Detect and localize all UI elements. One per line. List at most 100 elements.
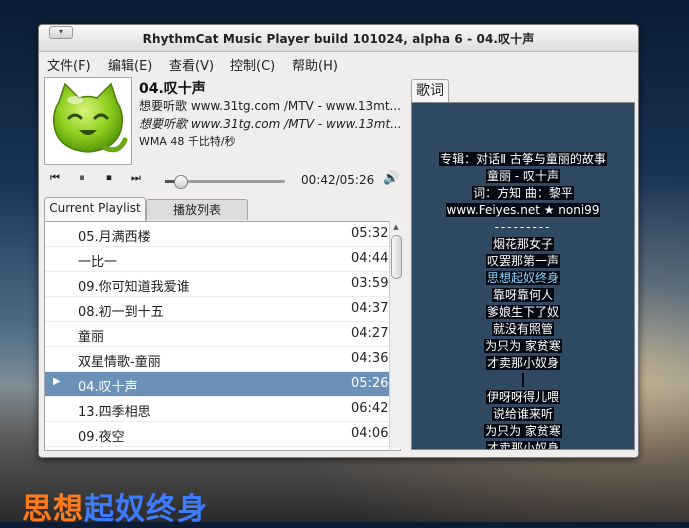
lyric-line: 爹娘生下了奴 — [412, 304, 634, 320]
playlist-row[interactable]: 一比一 04:44 — [45, 247, 400, 272]
lyric-text: 靠呀靠何人 — [491, 288, 554, 302]
lyric-line: 专辑：对话Ⅱ 古筝与童丽的故事 — [412, 151, 634, 167]
track-name: 08.初一到十五 — [78, 305, 164, 320]
menu-view[interactable]: 查看(V) — [169, 55, 214, 74]
lyric-line: 烟花那女子 — [412, 236, 634, 252]
lyric-text: 烟花那女子 — [491, 237, 554, 251]
track-duration: 06:42 — [351, 401, 389, 416]
lyric-text: 爹娘生下了奴 — [485, 305, 560, 319]
lyric-text: 才卖那小奴身 — [485, 441, 560, 449]
track-duration: 05:32 — [351, 226, 389, 241]
track-format: WMA 48 千比特/秒 — [139, 135, 236, 148]
tab-current-playlist[interactable]: Current Playlist — [44, 197, 146, 221]
menu-bar: 文件(F) 编辑(E) 查看(V) 控制(C) 帮助(H) — [39, 52, 638, 74]
lyric-text: --------- — [494, 220, 552, 234]
track-name: 13.四季相思 — [78, 405, 151, 420]
track-duration: 05:26 — [351, 376, 389, 391]
lyric-text: 就没有照管 — [491, 322, 554, 336]
lyric-line: 才卖那小奴身 — [412, 355, 634, 371]
track-name: 09.夜空 — [78, 430, 125, 445]
cat-logo-icon — [52, 82, 128, 153]
track-duration: 04:27 — [351, 326, 389, 341]
lyric-text: 伊呀呀得儿喂 — [485, 390, 560, 404]
now-playing-info: 04.叹十声 想要听歌 www.31tg.com /MTV - www.13mt… — [39, 75, 409, 215]
lyric-text: 思想起奴终身 — [485, 271, 560, 285]
lyric-line: 说给谁来听 — [412, 406, 634, 422]
stop-icon[interactable]: ⏹ — [101, 171, 117, 185]
lyric-line: 叹罢那第一声 — [412, 253, 634, 269]
track-album: 想要听歌 www.31tg.com /MTV - www.13mt... — [139, 117, 401, 131]
playlist-row[interactable]: 09.夜空 04:06 — [45, 422, 400, 447]
lyric-text: 为只为 家贫寒 — [484, 424, 562, 438]
tab-lyrics[interactable]: 歌词 — [411, 79, 449, 102]
next-icon[interactable]: ⏭ — [128, 171, 144, 185]
lyric-line: 词：方知 曲：黎平 — [412, 185, 634, 201]
window-title: RhythmCat Music Player build 101024, alp… — [142, 32, 535, 46]
track-duration: 04:44 — [351, 251, 389, 266]
lyric-text: www.Feiyes.net ★ noni99 — [445, 203, 601, 217]
track-name: 05.月满西楼 — [78, 230, 151, 245]
track-name: 04.叹十声 — [78, 380, 138, 395]
seek-handle[interactable] — [174, 175, 189, 189]
lyrics-panel: 专辑：对话Ⅱ 古筝与童丽的故事 童丽 - 叹十声 词：方知 曲：黎平 www.Feiy… — [411, 102, 635, 450]
playback-controls: ⏮ ⏸ ⏹ ⏭ 00:42/05:26 🔊 — [39, 169, 409, 193]
lyric-line: 伊呀呀得儿喂 — [412, 389, 634, 405]
playlist-row[interactable]: 04.天女散花05:54 — [45, 447, 400, 450]
lyric-text: 为只为 家贫寒 — [484, 339, 562, 353]
scroll-thumb[interactable] — [391, 235, 402, 279]
playlist-tabs: Current Playlist 播放列表 — [44, 197, 409, 221]
lyric-text: 童丽 - 叹十声 — [486, 169, 560, 183]
lyric-line: 才卖那小奴身 — [412, 440, 634, 449]
play-indicator-icon: ▶ — [53, 376, 61, 387]
scroll-up-arrow-icon[interactable]: ▲ — [390, 221, 402, 233]
lyric-line: 靠呀靠何人 — [412, 287, 634, 303]
lyric-text: 专辑：对话Ⅱ 古筝与童丽的故事 — [439, 152, 607, 166]
track-name: 双星情歌-童丽 — [78, 355, 161, 370]
album-cover — [44, 77, 132, 165]
lyric-line: 思想起奴终身 — [412, 270, 634, 286]
playlist-row[interactable]: 05.月满西楼 05:32 — [45, 222, 400, 247]
playlist-table: 05.月满西楼 05:32 一比一 04:44 09.你可知道我爱谁 03:59 08.初一… — [44, 221, 401, 451]
desktop-lyric: 思想起奴终身 — [22, 484, 208, 528]
lyric-line: 为只为 家贫寒 — [412, 338, 634, 354]
track-name: 一比一 — [78, 255, 118, 270]
previous-icon[interactable]: ⏮ — [47, 171, 63, 185]
playlist-row[interactable]: 双星情歌-童丽 04:36 — [45, 347, 400, 372]
playlist-row[interactable]: 08.初一到十五 04:37 — [45, 297, 400, 322]
tab-playlist-list[interactable]: 播放列表 — [146, 199, 248, 220]
playlist-row[interactable]: ▶ 04.叹十声 05:26 — [45, 372, 400, 397]
playlist-row[interactable]: 09.你可知道我爱谁 03:59 — [45, 272, 400, 297]
volume-icon[interactable]: 🔊 — [383, 171, 399, 186]
pause-icon[interactable]: ⏸ — [74, 171, 90, 185]
track-duration: 03:59 — [351, 276, 389, 291]
menu-edit[interactable]: 编辑(E) — [108, 55, 152, 74]
menu-control[interactable]: 控制(C) — [230, 55, 275, 74]
lyric-line: www.Feiyes.net ★ noni99 — [412, 202, 634, 218]
lyric-line: 为只为 家贫寒 — [412, 423, 634, 439]
lyric-line: 就没有照管 — [412, 321, 634, 337]
track-name: 童丽 — [78, 330, 105, 345]
lyric-line — [412, 372, 634, 388]
track-name: 09.你可知道我爱谁 — [78, 280, 190, 295]
track-duration: 04:36 — [351, 351, 389, 366]
lyric-text: 说给谁来听 — [491, 407, 554, 421]
lyric-text: 叹罢那第一声 — [485, 254, 560, 268]
menu-help[interactable]: 帮助(H) — [292, 55, 338, 74]
lyric-text: 词：方知 曲：黎平 — [472, 186, 574, 200]
playlist-scrollbar[interactable]: ▲ — [389, 221, 402, 449]
time-display: 00:42/05:26 — [301, 173, 375, 187]
menu-file[interactable]: 文件(F) — [47, 55, 91, 74]
lyric-text: 才卖那小奴身 — [485, 356, 560, 370]
lyric-text — [522, 373, 524, 387]
playlist-row[interactable]: 13.四季相思 06:42 — [45, 397, 400, 422]
seek-bar[interactable] — [165, 175, 285, 189]
lyric-line: 童丽 - 叹十声 — [412, 168, 634, 184]
track-artist: 想要听歌 www.31tg.com /MTV - www.13mt... — [139, 99, 401, 113]
player-window: ▾ RhythmCat Music Player build 101024, a… — [38, 24, 639, 458]
track-duration: 04:06 — [351, 426, 389, 441]
track-title: 04.叹十声 — [139, 81, 206, 97]
title-bar[interactable]: ▾ RhythmCat Music Player build 101024, a… — [39, 25, 638, 52]
track-duration: 04:37 — [351, 301, 389, 316]
lyric-line: --------- — [412, 219, 634, 235]
playlist-row[interactable]: 童丽 04:27 — [45, 322, 400, 347]
